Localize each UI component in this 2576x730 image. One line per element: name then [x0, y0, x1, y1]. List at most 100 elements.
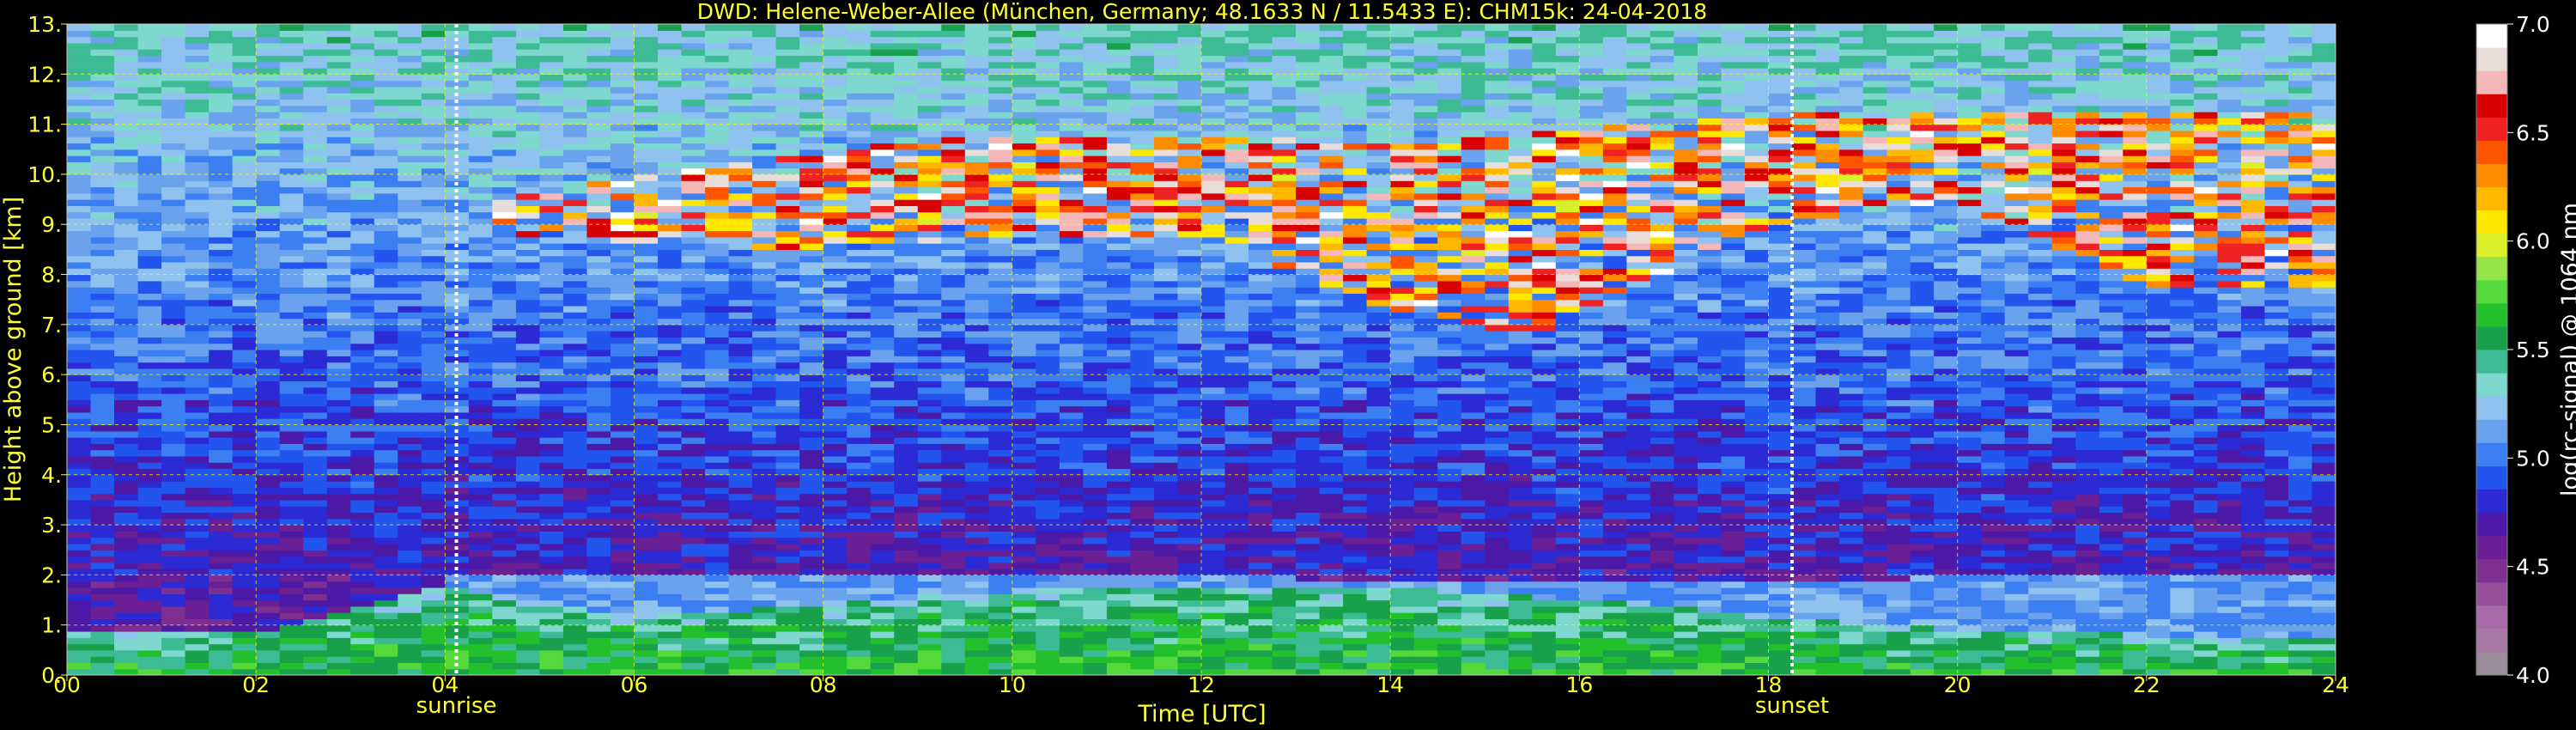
heatmap-cell: [681, 468, 706, 476]
heatmap-cell: [610, 161, 635, 169]
heatmap-cell: [67, 518, 92, 526]
heatmap-cell: [326, 167, 351, 175]
heatmap-cell: [728, 118, 753, 125]
heatmap-cell: [847, 430, 872, 438]
heatmap-cell: [303, 268, 328, 276]
heatmap-cell: [964, 99, 989, 106]
heatmap-cell: [1106, 499, 1132, 507]
heatmap-cell: [705, 249, 730, 257]
heatmap-cell: [799, 468, 824, 476]
heatmap-cell: [1012, 261, 1036, 269]
heatmap-cell: [468, 249, 493, 257]
heatmap-cell: [1106, 299, 1132, 307]
heatmap-cell: [634, 205, 659, 213]
heatmap-cell: [114, 211, 139, 219]
heatmap-cell: [988, 61, 1013, 69]
heatmap-cell: [988, 324, 1013, 332]
heatmap-cell: [209, 49, 234, 57]
heatmap-cell: [705, 305, 730, 313]
heatmap-cell: [468, 499, 493, 507]
heatmap-cell: [515, 268, 541, 276]
heatmap-cell: [917, 562, 942, 569]
heatmap-cell: [256, 506, 281, 514]
heatmap-cell: [917, 443, 942, 451]
heatmap-cell: [114, 261, 139, 269]
heatmap-cell: [1153, 80, 1179, 88]
heatmap-cell: [894, 224, 919, 232]
heatmap-cell: [586, 531, 611, 538]
heatmap-cell: [185, 662, 210, 670]
heatmap-cell: [303, 455, 328, 463]
heatmap-cell: [728, 93, 753, 100]
heatmap-cell: [1153, 437, 1179, 444]
heatmap-cell: [658, 230, 683, 238]
heatmap-cell: [515, 211, 541, 219]
heatmap-cell: [610, 418, 635, 426]
heatmap-cell: [398, 474, 422, 482]
heatmap-cell: [988, 255, 1013, 263]
heatmap-cell: [1153, 569, 1179, 575]
heatmap-cell: [279, 299, 304, 307]
heatmap-cell: [1106, 55, 1132, 63]
heatmap-cell: [917, 356, 942, 363]
heatmap-cell: [1059, 575, 1084, 582]
heatmap-cell: [421, 112, 446, 119]
heatmap-cell: [917, 99, 942, 106]
heatmap-cell: [421, 224, 446, 232]
heatmap-cell: [161, 149, 186, 156]
heatmap-cell: [326, 118, 351, 125]
heatmap-cell: [870, 418, 895, 426]
heatmap-cell: [775, 418, 800, 426]
heatmap-cell: [681, 356, 706, 363]
heatmap-cell: [209, 581, 234, 588]
heatmap-cell: [326, 512, 351, 520]
heatmap-cell: [279, 124, 304, 131]
heatmap-cell: [350, 393, 375, 400]
heatmap-cell: [799, 118, 824, 125]
heatmap-cell: [279, 211, 304, 219]
heatmap-cell: [634, 167, 659, 175]
heatmap-cell: [1130, 362, 1155, 369]
heatmap-cell: [917, 368, 942, 375]
heatmap-cell: [775, 380, 800, 388]
heatmap-cell: [90, 331, 115, 338]
heatmap-cell: [1083, 499, 1108, 507]
heatmap-cell: [752, 274, 777, 282]
heatmap-cell: [1083, 512, 1108, 520]
heatmap-cell: [728, 350, 753, 356]
heatmap-cell: [232, 61, 257, 69]
heatmap-cell: [870, 305, 895, 313]
heatmap-cell: [374, 236, 398, 244]
heatmap-cell: [728, 167, 753, 175]
heatmap-cell: [964, 243, 989, 250]
heatmap-cell: [1036, 418, 1060, 426]
heatmap-cell: [610, 556, 635, 563]
heatmap-cell: [279, 599, 304, 607]
heatmap-cell: [964, 337, 989, 344]
heatmap-cell: [870, 637, 895, 645]
heatmap-cell: [1130, 149, 1155, 156]
heatmap-cell: [1106, 543, 1132, 551]
heatmap-cell: [1177, 199, 1202, 206]
heatmap-cell: [658, 525, 683, 532]
heatmap-cell: [256, 569, 281, 575]
heatmap-cell: [1106, 593, 1132, 601]
heatmap-cell: [303, 318, 328, 325]
heatmap-cell: [468, 86, 493, 94]
heatmap-cell: [232, 167, 257, 175]
heatmap-cell: [1083, 112, 1108, 119]
heatmap-cell: [398, 618, 422, 626]
heatmap-cell: [610, 30, 635, 38]
heatmap-cell: [1106, 86, 1132, 94]
heatmap-cell: [917, 186, 942, 194]
heatmap-cell: [468, 99, 493, 106]
heatmap-cell: [492, 199, 517, 206]
heatmap-cell: [988, 624, 1013, 632]
heatmap-cell: [1106, 274, 1132, 282]
heatmap-cell: [847, 217, 872, 225]
heatmap-cell: [964, 80, 989, 88]
heatmap-cell: [279, 612, 304, 620]
heatmap-cell: [847, 393, 872, 400]
heatmap-cell: [988, 261, 1013, 269]
heatmap-cell: [586, 350, 611, 356]
